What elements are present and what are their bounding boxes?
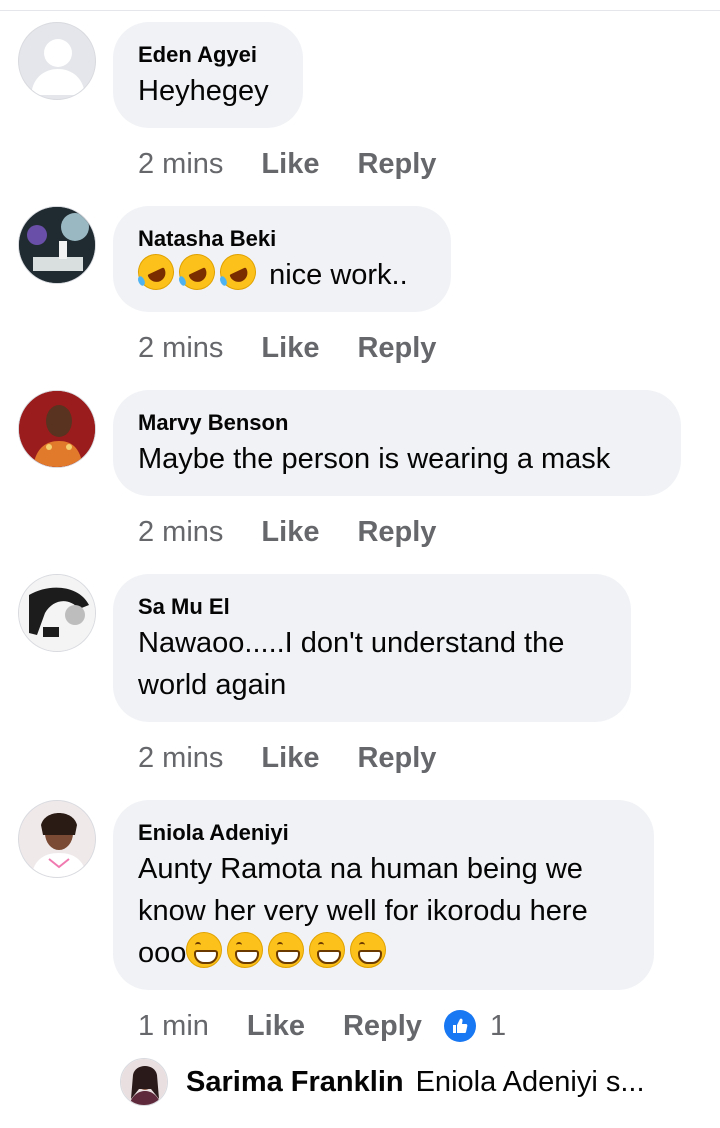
comment-text: nice work.. bbox=[269, 259, 408, 291]
comment-bubble: Eden Agyei Heyhegey bbox=[113, 22, 303, 128]
comment-actions: 2 mins Like Reply bbox=[138, 514, 474, 550]
thumbs-up-icon bbox=[452, 1018, 468, 1033]
rofl-emoji-icon bbox=[132, 248, 180, 296]
comment-actions: 2 mins Like Reply bbox=[138, 740, 474, 776]
avatar[interactable] bbox=[18, 390, 96, 468]
avatar[interactable] bbox=[18, 206, 96, 284]
profile-photo-icon bbox=[19, 575, 95, 651]
reaction-count[interactable]: 1 bbox=[490, 1008, 506, 1044]
comment-text: Nawaoo.....I don't understand the world … bbox=[138, 622, 605, 706]
comment-text-line: world again bbox=[138, 669, 287, 701]
reply-button[interactable]: Reply bbox=[357, 514, 436, 550]
comment-text-line: Aunty Ramota na human being we bbox=[138, 853, 583, 885]
beaming-face-emoji-icon bbox=[227, 932, 264, 968]
comment-text-line: Nawaoo.....I don't understand the bbox=[138, 627, 565, 659]
beaming-face-emoji-icon bbox=[268, 932, 305, 968]
like-button[interactable]: Like bbox=[261, 514, 319, 550]
reply-button[interactable]: Reply bbox=[357, 146, 436, 182]
beaming-face-emoji-icon bbox=[186, 932, 223, 968]
comment-time[interactable]: 2 mins bbox=[138, 330, 223, 366]
rofl-emoji-icon bbox=[173, 248, 221, 296]
comment-bubble: Natasha Beki nice work.. bbox=[113, 206, 451, 312]
reply-button[interactable]: Reply bbox=[343, 1008, 422, 1044]
reply-button[interactable]: Reply bbox=[357, 740, 436, 776]
commenter-name[interactable]: Natasha Beki bbox=[138, 226, 425, 252]
comment-actions: 2 mins Like Reply bbox=[138, 146, 474, 182]
comment-actions: 1 min Like Reply 1 bbox=[138, 1008, 506, 1044]
comment-text: Aunty Ramota na human being we know her … bbox=[138, 848, 628, 974]
comment-actions: 2 mins Like Reply bbox=[138, 330, 474, 366]
avatar[interactable] bbox=[18, 22, 96, 100]
profile-photo-icon bbox=[121, 1059, 167, 1105]
like-button[interactable]: Like bbox=[261, 146, 319, 182]
comment-bubble: Eniola Adeniyi Aunty Ramota na human bei… bbox=[113, 800, 654, 990]
comment-text-row: nice work.. bbox=[132, 248, 425, 296]
profile-photo-icon bbox=[19, 207, 95, 283]
comment-text: Maybe the person is wearing a mask bbox=[138, 443, 611, 475]
rofl-emoji-icon bbox=[214, 248, 262, 296]
top-divider bbox=[0, 10, 720, 11]
reply-preview[interactable]: Sarima Franklin Eniola Adeniyi s... bbox=[120, 1058, 645, 1106]
reply-button[interactable]: Reply bbox=[357, 330, 436, 366]
comment-text-line-with-emojis: ooo bbox=[138, 932, 628, 974]
beaming-face-emoji-icon bbox=[350, 932, 387, 968]
profile-photo-icon bbox=[19, 801, 95, 877]
comment-bubble: Marvy Benson Maybe the person is wearing… bbox=[113, 390, 681, 496]
commenter-name[interactable]: Marvy Benson bbox=[138, 410, 655, 436]
comment-time[interactable]: 2 mins bbox=[138, 146, 223, 182]
comment-time[interactable]: 2 mins bbox=[138, 740, 223, 776]
like-thumb-icon[interactable] bbox=[443, 1010, 476, 1042]
comment-text: Heyhegey bbox=[138, 75, 269, 107]
reply-author-name[interactable]: Sarima Franklin bbox=[186, 1066, 404, 1099]
comment-bubble: Sa Mu El Nawaoo.....I don't understand t… bbox=[113, 574, 631, 722]
comment-text-line: ooo bbox=[138, 937, 187, 969]
avatar[interactable] bbox=[18, 800, 96, 878]
default-avatar-icon bbox=[31, 39, 85, 95]
comment-text-line: know her very well for ikorodu here bbox=[138, 895, 588, 927]
profile-photo-icon bbox=[19, 391, 95, 467]
commenter-name[interactable]: Sa Mu El bbox=[138, 594, 605, 620]
beaming-face-emoji-icon bbox=[309, 932, 346, 968]
comment-time[interactable]: 1 min bbox=[138, 1008, 209, 1044]
avatar[interactable] bbox=[120, 1058, 168, 1106]
comment-time[interactable]: 2 mins bbox=[138, 514, 223, 550]
commenter-name[interactable]: Eniola Adeniyi bbox=[138, 820, 628, 846]
commenter-name[interactable]: Eden Agyei bbox=[138, 42, 277, 68]
avatar[interactable] bbox=[18, 574, 96, 652]
like-button[interactable]: Like bbox=[247, 1008, 305, 1044]
like-button[interactable]: Like bbox=[261, 330, 319, 366]
like-button[interactable]: Like bbox=[261, 740, 319, 776]
reply-text: Eniola Adeniyi s... bbox=[415, 1065, 645, 1098]
